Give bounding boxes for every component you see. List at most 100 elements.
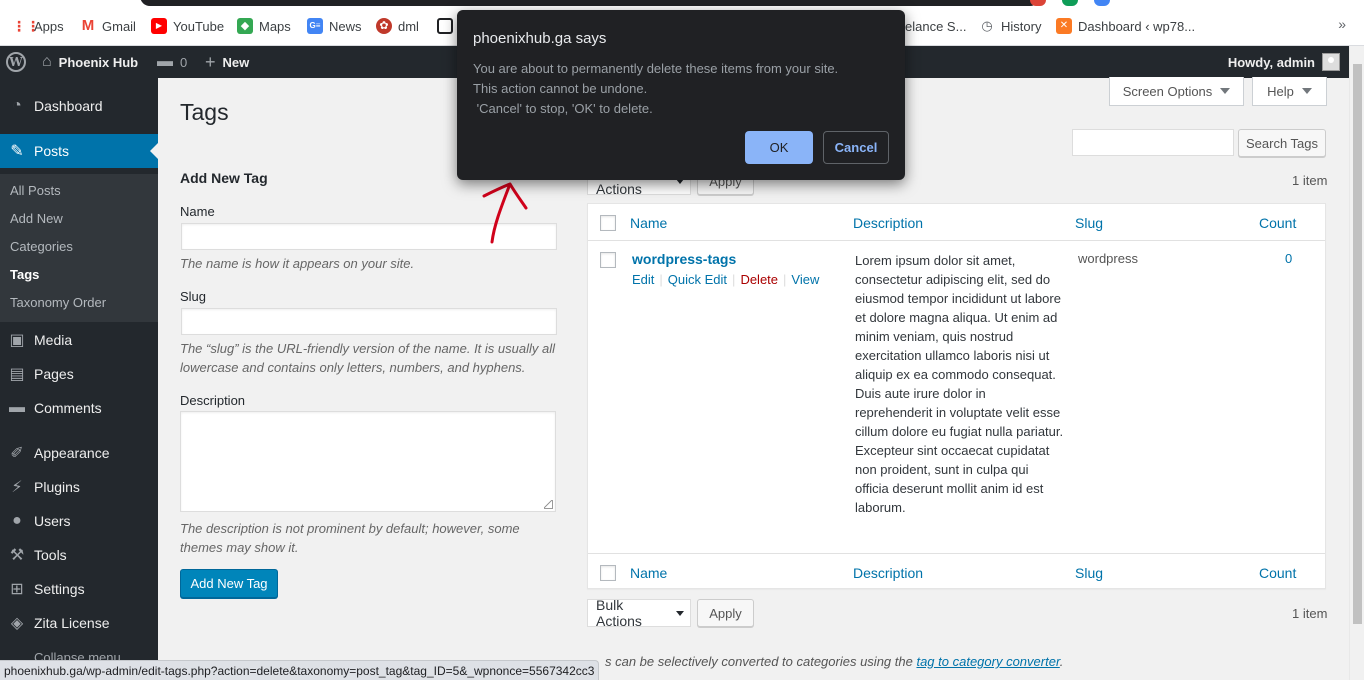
plus-icon: +: [205, 51, 216, 72]
column-footer-name[interactable]: Name: [630, 565, 667, 581]
avatar: [1322, 53, 1340, 71]
submenu-taxonomy-order[interactable]: Taxonomy Order: [10, 295, 106, 310]
sidebar-item-pages[interactable]: ▤ Pages: [0, 357, 158, 391]
add-new-tag-heading: Add New Tag: [180, 170, 268, 186]
site-name-link[interactable]: ⌂ Phoenix Hub: [42, 46, 138, 78]
posts-submenu: All Posts Add New Categories Tags Taxono…: [0, 174, 158, 322]
edit-link[interactable]: Edit: [632, 272, 654, 287]
sidebar-item-users[interactable]: ● Users: [0, 504, 158, 538]
address-bar-edge: [140, 0, 1040, 6]
user-icon: ●: [12, 512, 22, 529]
comment-icon: ▬: [9, 399, 25, 416]
bookmarks-overflow-icon[interactable]: »: [1338, 16, 1346, 32]
wrench-icon: ⚒: [9, 547, 25, 564]
select-all-checkbox[interactable]: [600, 215, 616, 231]
xampp-icon: ✕: [1056, 18, 1072, 34]
screen-options-button[interactable]: Screen Options: [1109, 77, 1244, 106]
description-label: Description: [180, 393, 246, 408]
sidebar-item-settings[interactable]: ⊞ Settings: [0, 572, 158, 606]
gmail-icon: M: [81, 17, 95, 34]
tag-description-textarea[interactable]: [180, 411, 556, 512]
history-icon: ◷: [981, 18, 993, 33]
dialog-message: You are about to permanently delete thes…: [473, 61, 839, 116]
pages-icon: ▤: [9, 366, 25, 383]
sidebar-item-dashboard[interactable]: ◔ Dashboard: [0, 89, 158, 123]
plug-icon: ⚡: [11, 479, 23, 496]
column-footer-slug[interactable]: Slug: [1075, 565, 1103, 581]
column-footer-description[interactable]: Description: [853, 565, 923, 581]
help-button[interactable]: Help: [1252, 77, 1327, 106]
column-header-description[interactable]: Description: [853, 215, 923, 231]
tag-converter-note: s can be selectively converted to catego…: [605, 654, 1064, 669]
column-footer-count[interactable]: Count: [1259, 565, 1296, 581]
dml-icon: ✿: [376, 18, 392, 34]
table-footer: Name Description Slug Count: [588, 553, 1325, 590]
bookmark-dml[interactable]: ✿ dml: [376, 16, 419, 36]
column-header-count[interactable]: Count: [1259, 215, 1296, 231]
items-count-top: 1 item: [1292, 173, 1328, 188]
search-tags-input[interactable]: [1072, 129, 1234, 156]
tag-slug-input[interactable]: [181, 308, 557, 335]
row-checkbox[interactable]: [600, 252, 616, 268]
brush-icon: ✐: [10, 445, 24, 462]
view-link[interactable]: View: [791, 272, 819, 287]
bookmark-history[interactable]: ◷ History: [979, 16, 1041, 36]
ok-button[interactable]: OK: [745, 131, 813, 164]
sidebar-item-zita-license[interactable]: ◈ Zita License: [0, 606, 158, 640]
page-title: Tags: [180, 99, 229, 125]
search-tags-button[interactable]: Search Tags: [1238, 129, 1326, 157]
bookmark-apps[interactable]: ⋮⋮ Apps: [12, 16, 64, 36]
column-header-name[interactable]: Name: [630, 215, 667, 231]
slug-hint: The “slug” is the URL-friendly version o…: [180, 341, 555, 375]
bookmark-news[interactable]: G≡ News: [307, 16, 362, 36]
row-actions: Edit | Quick Edit | Delete | View: [632, 272, 820, 287]
delete-link[interactable]: Delete: [740, 272, 778, 287]
bulk-actions-select-bottom[interactable]: Bulk Actions: [587, 597, 691, 629]
sidebar-item-posts[interactable]: ✎ Posts: [0, 134, 158, 168]
quick-edit-link[interactable]: Quick Edit: [668, 272, 727, 287]
bookmark-maps[interactable]: ◆ Maps: [237, 16, 291, 36]
wordpress-logo-icon[interactable]: W: [6, 46, 26, 78]
extension-icon[interactable]: [1094, 0, 1110, 6]
page-scrollbar[interactable]: [1349, 46, 1364, 680]
admin-sidebar: ◔ Dashboard ✎ Posts All Posts Add New Ca…: [0, 78, 158, 680]
sidebar-item-plugins[interactable]: ⚡ Plugins: [0, 470, 158, 504]
bookmark-dashboard[interactable]: ✕ Dashboard ‹ wp78...: [1056, 16, 1195, 36]
description-hint: The description is not prominent by defa…: [180, 521, 520, 555]
tag-name-link[interactable]: wordpress-tags: [632, 251, 736, 267]
youtube-icon: ▶: [151, 18, 167, 34]
sidebar-item-tools[interactable]: ⚒ Tools: [0, 538, 158, 572]
my-account-link[interactable]: Howdy, admin: [1228, 46, 1340, 78]
apply-button-bottom[interactable]: Apply: [697, 599, 754, 627]
bookmark-youtube[interactable]: ▶ YouTube: [151, 16, 224, 36]
new-content-link[interactable]: + New: [205, 46, 249, 78]
submenu-add-new[interactable]: Add New: [10, 211, 63, 226]
bookmark-item[interactable]: [437, 16, 453, 36]
table-header: Name Description Slug Count: [588, 204, 1325, 241]
submenu-tags[interactable]: Tags: [10, 267, 39, 282]
sidebar-item-media[interactable]: ▣ Media: [0, 323, 158, 357]
sidebar-item-appearance[interactable]: ✐ Appearance: [0, 436, 158, 470]
confirm-dialog: phoenixhub.ga says You are about to perm…: [457, 10, 905, 180]
select-all-checkbox-footer[interactable]: [600, 565, 616, 581]
bookmark-elance[interactable]: elance S...: [905, 16, 966, 36]
maps-icon: ◆: [237, 18, 253, 34]
submenu-all-posts[interactable]: All Posts: [10, 183, 61, 198]
cancel-button[interactable]: Cancel: [823, 131, 889, 164]
sidebar-item-comments[interactable]: ▬ Comments: [0, 391, 158, 425]
add-new-tag-button[interactable]: Add New Tag: [180, 569, 278, 598]
bookmark-gmail[interactable]: M Gmail: [80, 16, 136, 36]
column-header-slug[interactable]: Slug: [1075, 215, 1103, 231]
name-hint: The name is how it appears on your site.: [180, 256, 415, 271]
submenu-categories[interactable]: Categories: [10, 239, 73, 254]
status-bar-url: phoenixhub.ga/wp-admin/edit-tags.php?act…: [0, 660, 600, 680]
comments-link[interactable]: ▬ 0: [157, 46, 187, 78]
chevron-down-icon: [676, 610, 684, 616]
scrollbar-thumb[interactable]: [1353, 64, 1362, 624]
extension-icon[interactable]: [1062, 0, 1078, 6]
apps-grid-icon: ⋮⋮: [12, 18, 40, 34]
extension-icon[interactable]: [1030, 0, 1046, 6]
tag-count-link[interactable]: 0: [1285, 251, 1292, 266]
media-icon: ▣: [9, 332, 25, 349]
tag-to-category-converter-link[interactable]: tag to category converter: [916, 654, 1059, 669]
